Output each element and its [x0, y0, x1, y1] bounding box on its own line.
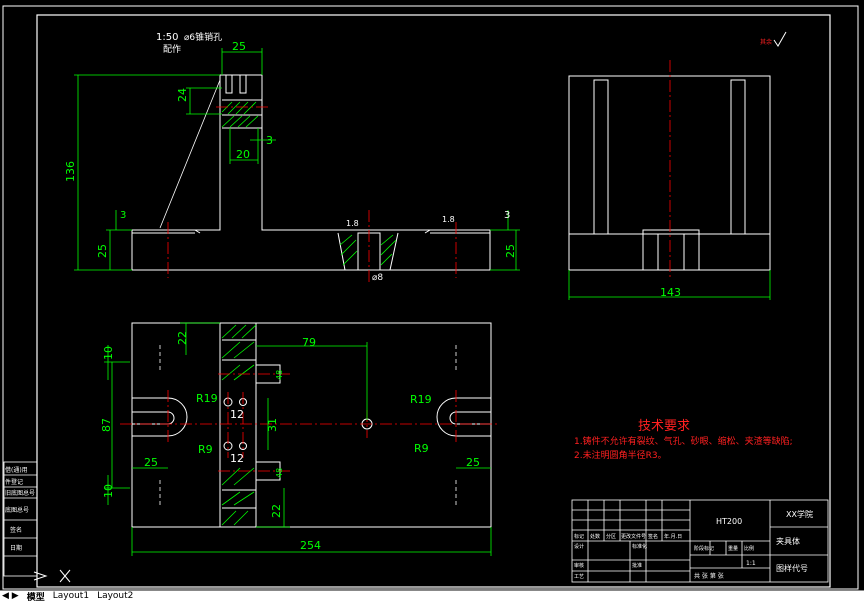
tb-h5: 签名 — [648, 533, 658, 540]
side-label-5: 签名 — [10, 526, 22, 534]
dim-1-8-b: 1.8 — [442, 215, 455, 224]
dim-3-c: 3 — [504, 210, 510, 221]
dim-136: 136 — [64, 161, 77, 182]
tab-layout2[interactable]: Layout2 — [97, 591, 133, 601]
dim-31: 31 — [266, 418, 279, 432]
pin-note: ⌀6锥销孔 — [184, 31, 222, 43]
tech-line-1: 1.铸件不允许有裂纹、气孔、砂眼、缩松、夹渣等缺陷; — [574, 435, 793, 447]
dim-r9-left: R9 — [198, 443, 213, 456]
ucs-icon — [33, 569, 71, 583]
top-hatch — [221, 324, 257, 526]
tab-model[interactable]: 模型 — [27, 591, 45, 601]
tb-sheet: 共 张 第 张 — [694, 572, 724, 580]
dim-25-bl: 25 — [144, 456, 158, 469]
dim-r19-left: R19 — [196, 392, 218, 405]
roughness-icon — [773, 31, 787, 47]
dim-254: 254 — [300, 539, 321, 552]
front-hatch — [221, 101, 397, 266]
top-dimensions — [104, 322, 492, 556]
dim-25-br: 25 — [466, 456, 480, 469]
side-label-4: 底图总号 — [5, 506, 29, 514]
dim-phi: ⌀8 — [372, 273, 383, 283]
side-label-3: 旧底图总号 — [5, 489, 35, 497]
tech-title: 技术要求 — [638, 419, 690, 434]
dim-10-top: 10 — [102, 346, 115, 360]
tb-part-name: 夹具体 — [776, 536, 800, 546]
tech-line-2: 2.未注明圆角半径R3。 — [574, 449, 667, 461]
front-dimensions — [74, 48, 520, 271]
tb-h2: 处数 — [590, 533, 600, 540]
tb-material: HT200 — [716, 517, 742, 526]
dim-r9-right: R9 — [414, 442, 429, 455]
dim-24: 24 — [176, 88, 189, 102]
side-view — [568, 75, 771, 271]
dim-48-b: 48 — [275, 468, 284, 478]
dim-87: 87 — [100, 418, 113, 432]
tb-weight: 重量 — [728, 545, 738, 552]
side-label-6: 日期 — [10, 544, 22, 552]
tab-layout1[interactable]: Layout1 — [53, 591, 89, 601]
side-label-2: 件登记 — [5, 478, 23, 486]
tb-approve: 批准 — [632, 562, 642, 569]
dim-25-top: 25 — [232, 40, 246, 53]
dim-22-bot: 22 — [270, 504, 283, 518]
tb-process: 工艺 — [574, 574, 584, 580]
tb-school: XX学院 — [786, 509, 813, 519]
roughness-note: 其余 — [760, 38, 772, 46]
top-hidden-lines — [159, 345, 457, 505]
tb-scale: 1:1 — [746, 560, 756, 567]
outer-frame — [2, 5, 859, 590]
dim-22-top: 22 — [176, 331, 189, 345]
top-centerlines — [120, 373, 500, 472]
dim-20: 20 — [236, 148, 250, 161]
dim-1-8-a: 1.8 — [346, 219, 359, 228]
dim-143: 143 — [660, 286, 681, 299]
pin-note-2: 配作 — [163, 43, 181, 55]
dim-10-bot: 10 — [102, 484, 115, 498]
dim-12-b: 12 — [230, 452, 244, 465]
dim-25-left: 25 — [96, 244, 109, 258]
tb-review: 审核 — [574, 562, 584, 569]
cad-drawing-canvas[interactable]: 1:50 ⌀6锥销孔 配作 25 24 3 20 136 3 25 1.8 1.… — [0, 0, 864, 601]
inner-frame — [36, 14, 831, 588]
dim-25-right: 25 — [504, 244, 517, 258]
tb-h1: 标记 — [574, 533, 584, 540]
front-centerlines — [167, 106, 457, 285]
tb-std: 标准化 — [632, 543, 647, 550]
dim-3-a: 3 — [266, 134, 273, 147]
tb-drawing-code: 图样代号 — [776, 563, 808, 573]
tb-ratio: 比例 — [744, 545, 754, 552]
tb-h6: 年.月.日 — [664, 533, 682, 540]
dim-12-a: 12 — [230, 408, 244, 421]
dim-48-a: 48 — [275, 370, 284, 380]
tb-design: 设计 — [574, 543, 584, 550]
layout-tab-bar: ◀ ▶ 模型 Layout1 Layout2 — [0, 590, 864, 601]
tab-nav-arrows[interactable]: ◀ ▶ — [2, 591, 19, 601]
front-view — [131, 74, 491, 271]
dim-79: 79 — [302, 336, 316, 349]
dim-3-b: 3 — [120, 210, 126, 221]
tb-stage: 阶段标记 — [694, 545, 714, 552]
dim-r19-right: R19 — [410, 393, 432, 406]
tb-h3: 分区 — [606, 533, 616, 540]
side-label-1: 借(通)用 — [5, 466, 28, 474]
scale-note: 1:50 — [156, 32, 178, 43]
tb-h4: 更改文件号 — [621, 533, 646, 540]
